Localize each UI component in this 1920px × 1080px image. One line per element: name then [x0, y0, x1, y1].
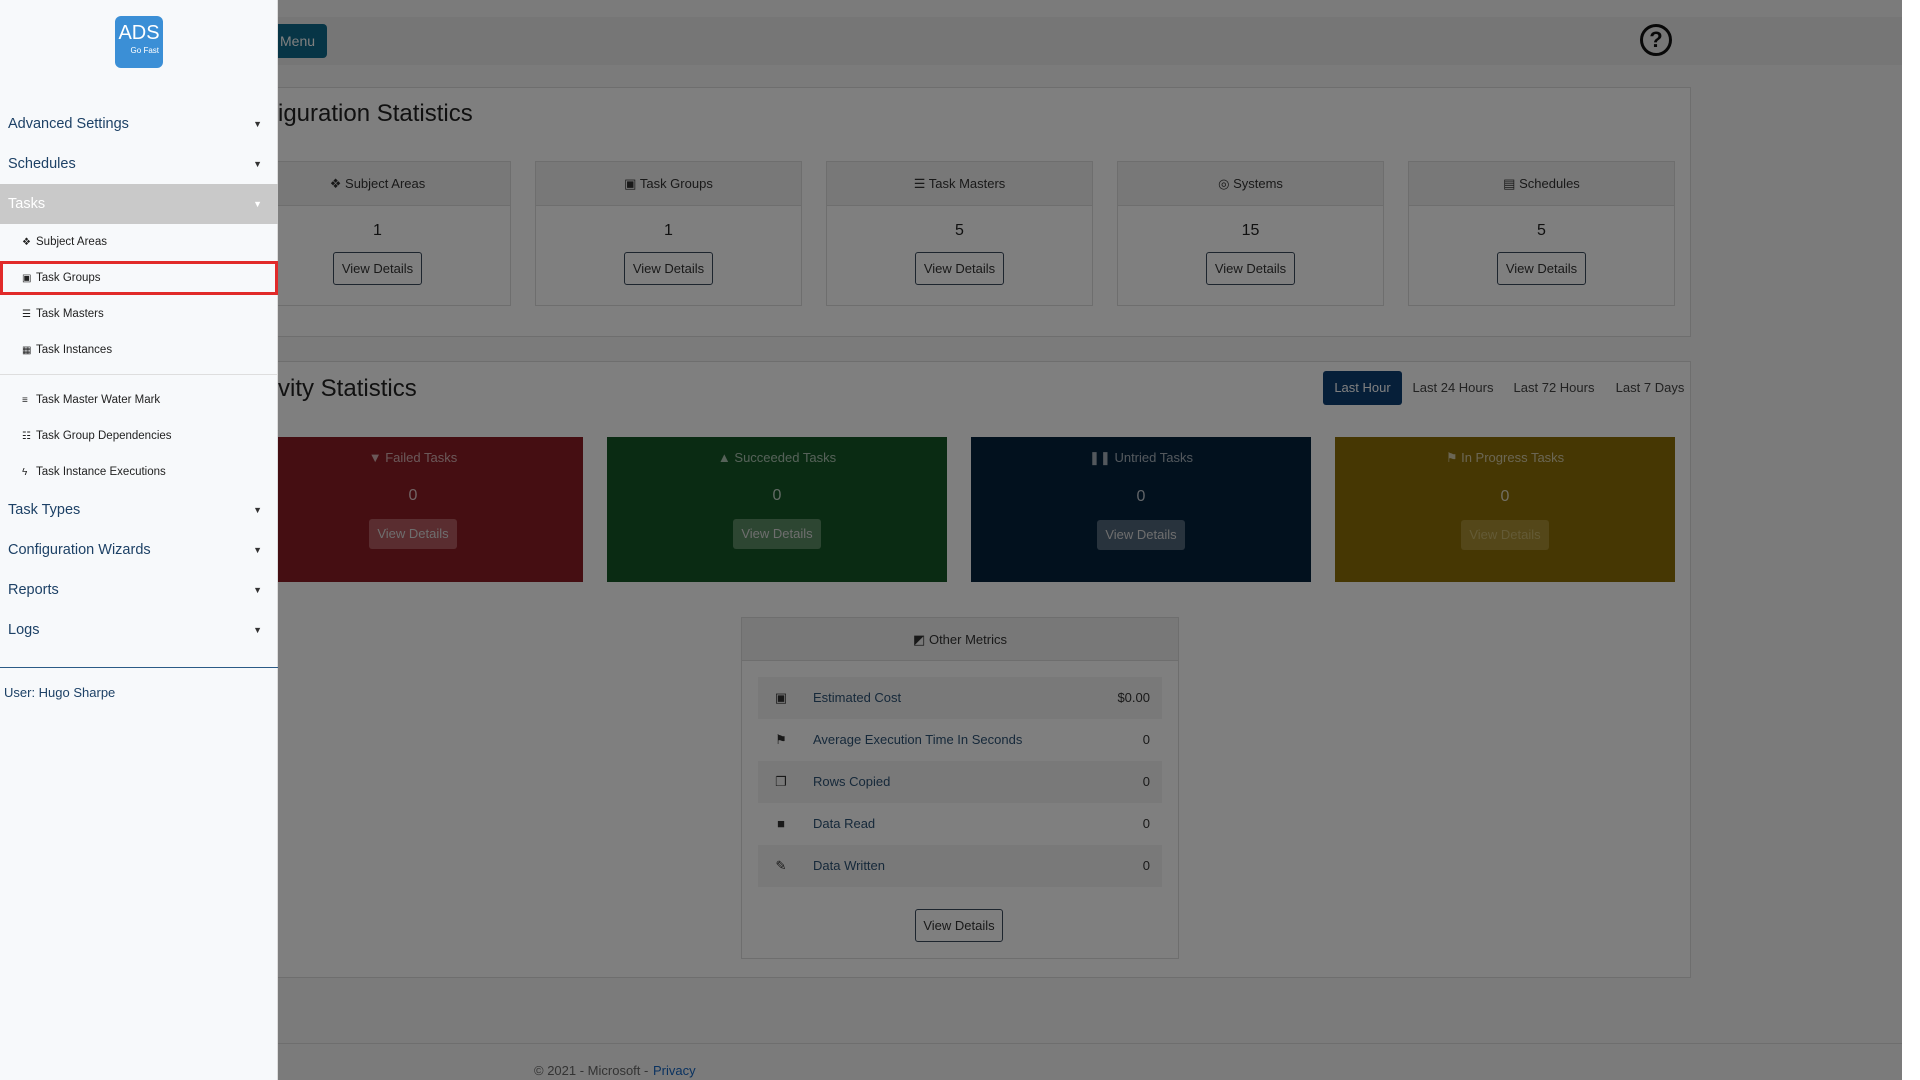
nav-sub-label: Task Master Water Mark: [36, 394, 161, 406]
nav-sub-label: Task Masters: [36, 308, 104, 320]
caret-down-icon: ▼: [253, 585, 262, 595]
nav-label: Tasks: [8, 196, 46, 212]
nav-label: Schedules: [8, 156, 76, 172]
nav-logs[interactable]: Logs ▼: [0, 610, 278, 650]
ads-logo: ADS Go Fast: [115, 16, 163, 68]
nav-task-instance-executions[interactable]: ϟ Task Instance Executions: [0, 455, 278, 489]
nav-advanced-settings[interactable]: Advanced Settings ▼: [0, 104, 278, 144]
nav-label: Reports: [8, 582, 59, 598]
nav-sub-label: Task Group Dependencies: [36, 430, 172, 442]
logo-text: ADS: [118, 22, 160, 44]
nav-sub-label: Task Instances: [36, 344, 113, 356]
nav-schedules[interactable]: Schedules ▼: [0, 144, 278, 184]
caret-down-icon: ▼: [253, 505, 262, 515]
current-user: User: Hugo Sharpe: [4, 685, 116, 700]
sidebar: ADS Go Fast Advanced Settings ▼ Schedules…: [0, 0, 278, 1080]
nav-task-group-dependencies[interactable]: ☷ Task Group Dependencies: [0, 419, 278, 453]
nav-task-types[interactable]: Task Types ▼: [0, 490, 278, 530]
nav-subject-areas[interactable]: ❖ Subject Areas: [0, 225, 278, 259]
scrollbar-track[interactable]: [1902, 0, 1920, 1080]
caret-down-icon: ▼: [253, 625, 262, 635]
nav-sub-label: Task Groups: [36, 272, 101, 284]
caret-down-icon: ▼: [253, 199, 262, 209]
bolt-icon: ϟ: [22, 467, 28, 478]
nav-task-masters[interactable]: ☰ Task Masters: [0, 297, 278, 331]
list-alt-icon: ☷: [22, 431, 31, 442]
nav-label: Task Types: [8, 502, 81, 518]
logo-tagline: Go Fast: [130, 46, 159, 55]
nav-label: Configuration Wizards: [8, 542, 151, 558]
table-icon: ▦: [22, 345, 32, 356]
nav-label: Advanced Settings: [8, 116, 129, 132]
caret-down-icon: ▼: [253, 119, 262, 129]
nav-task-master-water-mark[interactable]: ≡ Task Master Water Mark: [0, 383, 278, 417]
caret-down-icon: ▼: [253, 159, 262, 169]
nav-label: Logs: [8, 622, 40, 638]
object-group-icon: ▣: [22, 273, 32, 284]
sidebar-divider: [0, 374, 278, 375]
bars-icon: ≡: [22, 395, 28, 406]
layers-icon: ❖: [22, 237, 31, 248]
nav-task-groups[interactable]: ▣ Task Groups: [0, 261, 278, 295]
nav-reports[interactable]: Reports ▼: [0, 570, 278, 610]
nav-configuration-wizards[interactable]: Configuration Wizards ▼: [0, 530, 278, 570]
nav-tasks[interactable]: Tasks ▼: [0, 184, 278, 224]
list-icon: ☰: [22, 309, 31, 320]
nav-task-instances[interactable]: ▦ Task Instances: [0, 333, 278, 367]
modal-backdrop[interactable]: [0, 0, 1920, 1080]
nav-sub-label: Subject Areas: [36, 236, 107, 248]
nav-sub-label: Task Instance Executions: [36, 466, 166, 478]
sidebar-divider: [0, 667, 278, 668]
caret-down-icon: ▼: [253, 545, 262, 555]
